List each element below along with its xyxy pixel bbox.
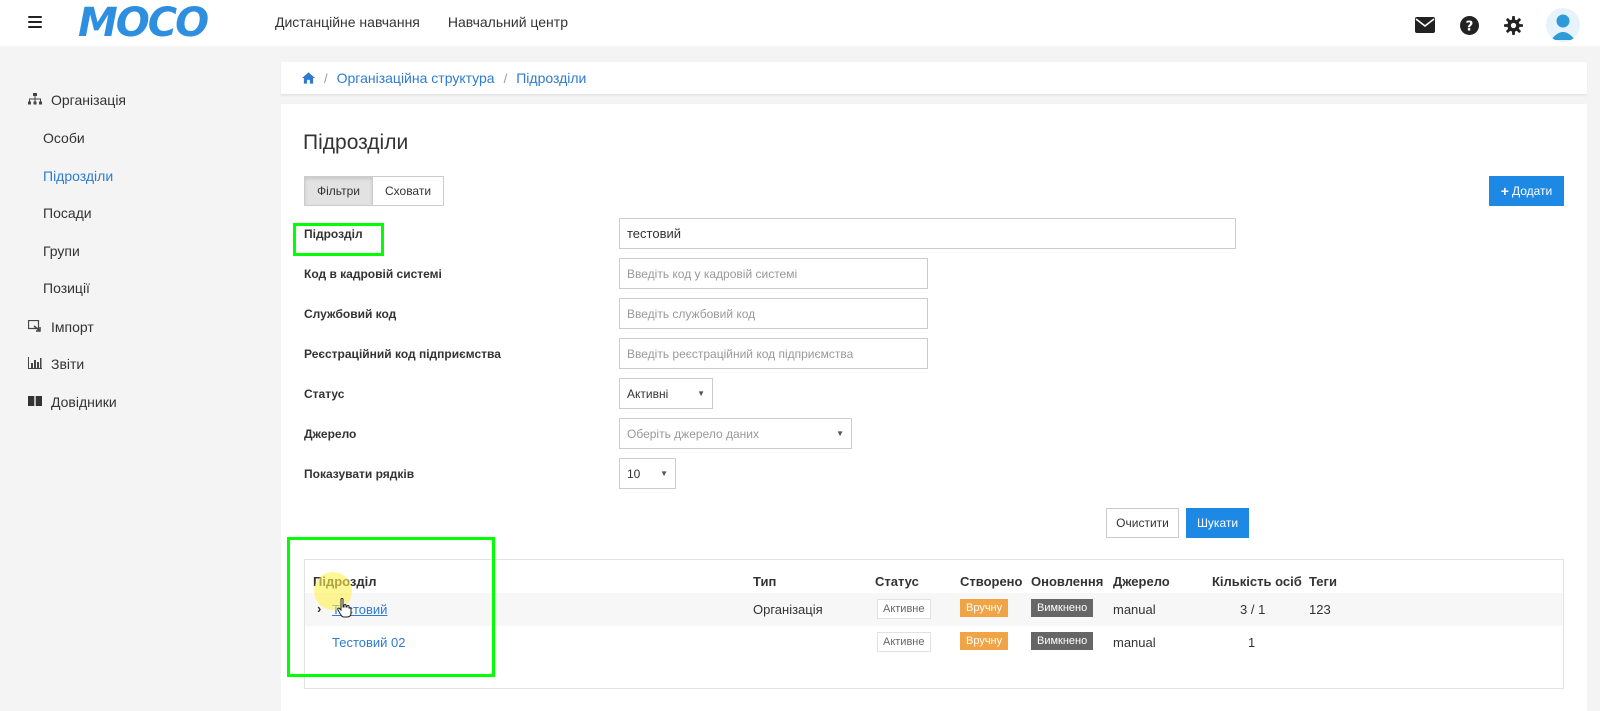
sidebar: Організація Особи Підрозділи Посади Груп…: [0, 46, 270, 711]
source-value: manual: [1113, 602, 1156, 617]
hr-code-input[interactable]: [619, 258, 928, 289]
main-card: Підрозділи Фільтри Сховати + Додати Підр…: [281, 104, 1587, 711]
reg-code-label: Реєстраційний код підприємства: [304, 347, 501, 361]
nav-distance-learning[interactable]: Дистанційне навчання: [275, 14, 420, 30]
sidebar-item-reports[interactable]: Звіти: [28, 356, 84, 372]
breadcrumb-org-structure[interactable]: Організаційна структура: [337, 70, 495, 86]
column-header-count[interactable]: Кількість осіб: [1212, 574, 1302, 589]
rows-label: Показувати рядків: [304, 467, 415, 481]
filters-button[interactable]: Фільтри: [304, 176, 372, 206]
add-button[interactable]: + Додати: [1489, 176, 1564, 206]
breadcrumb-separator: /: [503, 70, 508, 86]
source-value: manual: [1113, 635, 1156, 650]
updated-badge: Вимкнено: [1031, 632, 1094, 650]
top-icons: ?: [1414, 8, 1580, 42]
column-header-tags[interactable]: Теги: [1309, 574, 1337, 589]
chevron-right-icon[interactable]: ›: [317, 601, 321, 616]
question-circle-icon[interactable]: ?: [1458, 14, 1480, 36]
sidebar-item-import[interactable]: Імпорт: [27, 319, 94, 335]
sidebar-item-units[interactable]: Підрозділи: [43, 168, 113, 184]
caret-down-icon: ▼: [836, 429, 844, 438]
hamburger-icon[interactable]: [28, 16, 42, 28]
column-header-updated[interactable]: Оновлення: [1031, 574, 1103, 589]
envelope-icon[interactable]: [1414, 14, 1436, 36]
hr-code-label: Код в кадровій системі: [304, 267, 442, 281]
sidebar-item-groups[interactable]: Групи: [43, 243, 80, 259]
home-icon[interactable]: [302, 72, 315, 84]
status-select[interactable]: Активні ▼: [619, 378, 713, 409]
import-icon: [27, 319, 42, 335]
sidebar-item-organization[interactable]: Організація: [28, 92, 126, 108]
sidebar-item-label: Звіти: [51, 356, 85, 372]
tags-value: 123: [1309, 602, 1331, 617]
hide-button[interactable]: Сховати: [371, 176, 445, 206]
status-label: Статус: [304, 387, 345, 401]
logo[interactable]: MOCO: [78, 3, 209, 43]
sidebar-item-positions[interactable]: Посади: [43, 205, 92, 221]
unit-input[interactable]: [619, 218, 1236, 249]
sidebar-item-persons[interactable]: Особи: [43, 130, 85, 146]
rows-select[interactable]: 10 ▼: [619, 458, 676, 489]
breadcrumb: / Організаційна структура / Підрозділи: [281, 62, 1587, 95]
count-value: 3 / 1: [1240, 602, 1266, 617]
gear-icon[interactable]: [1502, 14, 1524, 36]
top-nav: Дистанційне навчання Навчальний центр: [275, 14, 568, 30]
column-header-type[interactable]: Тип: [753, 574, 776, 589]
breadcrumb-separator: /: [324, 70, 328, 86]
breadcrumb-units[interactable]: Підрозділи: [516, 70, 586, 86]
unit-link[interactable]: Тестовий 02: [332, 635, 405, 650]
sidebar-item-label: Імпорт: [51, 319, 94, 335]
service-code-input[interactable]: [619, 298, 928, 329]
nav-training-center[interactable]: Навчальний центр: [448, 14, 568, 30]
sitemap-icon: [28, 92, 42, 108]
column-header-source[interactable]: Джерело: [1113, 574, 1170, 589]
hand-cursor-icon: [336, 598, 352, 623]
top-bar: MOCO Дистанційне навчання Навчальний цен…: [0, 0, 1600, 46]
count-value: 1: [1248, 635, 1256, 650]
created-badge: Вручну: [960, 632, 1009, 650]
sidebar-item-items[interactable]: Позиції: [43, 280, 90, 296]
book-icon: [28, 394, 42, 410]
status-badge: Активне: [877, 599, 931, 619]
updated-badge: Вимкнено: [1031, 599, 1094, 617]
results-table: Підрозділ Тип Статус Створено Оновлення …: [304, 559, 1564, 689]
clear-button[interactable]: Очистити: [1106, 508, 1179, 538]
column-header-status[interactable]: Статус: [875, 574, 919, 589]
search-button[interactable]: Шукати: [1186, 508, 1249, 538]
source-label: Джерело: [304, 427, 357, 441]
table-row: › Тестовий Організація Активне Вручну Ви…: [305, 593, 1563, 626]
caret-down-icon: ▼: [660, 469, 668, 478]
svg-text:?: ?: [1465, 19, 1473, 34]
service-code-label: Службовий код: [304, 307, 397, 321]
rows-select-value: 10: [627, 466, 641, 481]
filter-toggle-group: Фільтри Сховати: [304, 176, 445, 206]
add-button-label: Додати: [1511, 184, 1553, 198]
status-select-value: Активні: [627, 386, 669, 401]
page-title: Підрозділи: [303, 131, 409, 154]
caret-down-icon: ▼: [697, 389, 705, 398]
sidebar-item-label: Організація: [51, 92, 127, 108]
unit-type: Організація: [753, 602, 823, 617]
status-badge: Активне: [877, 632, 931, 652]
table-row: Тестовий 02 Активне Вручну Вимкнено manu…: [305, 626, 1563, 659]
reg-code-input[interactable]: [619, 338, 928, 369]
unit-label: Підрозділ: [304, 227, 363, 241]
column-header-created[interactable]: Створено: [960, 574, 1022, 589]
sidebar-item-label: Довідники: [51, 394, 117, 410]
plus-icon: +: [1500, 183, 1509, 199]
bar-chart-icon: [28, 356, 42, 372]
column-header-unit[interactable]: Підрозділ: [313, 574, 377, 589]
created-badge: Вручну: [960, 599, 1009, 617]
source-select[interactable]: Оберіть джерело даних ▼: [619, 418, 852, 449]
user-avatar-icon[interactable]: [1546, 8, 1580, 42]
source-select-placeholder: Оберіть джерело даних: [627, 426, 759, 441]
unit-name[interactable]: Тестовий 02: [332, 635, 405, 650]
sidebar-item-directories[interactable]: Довідники: [28, 394, 117, 410]
